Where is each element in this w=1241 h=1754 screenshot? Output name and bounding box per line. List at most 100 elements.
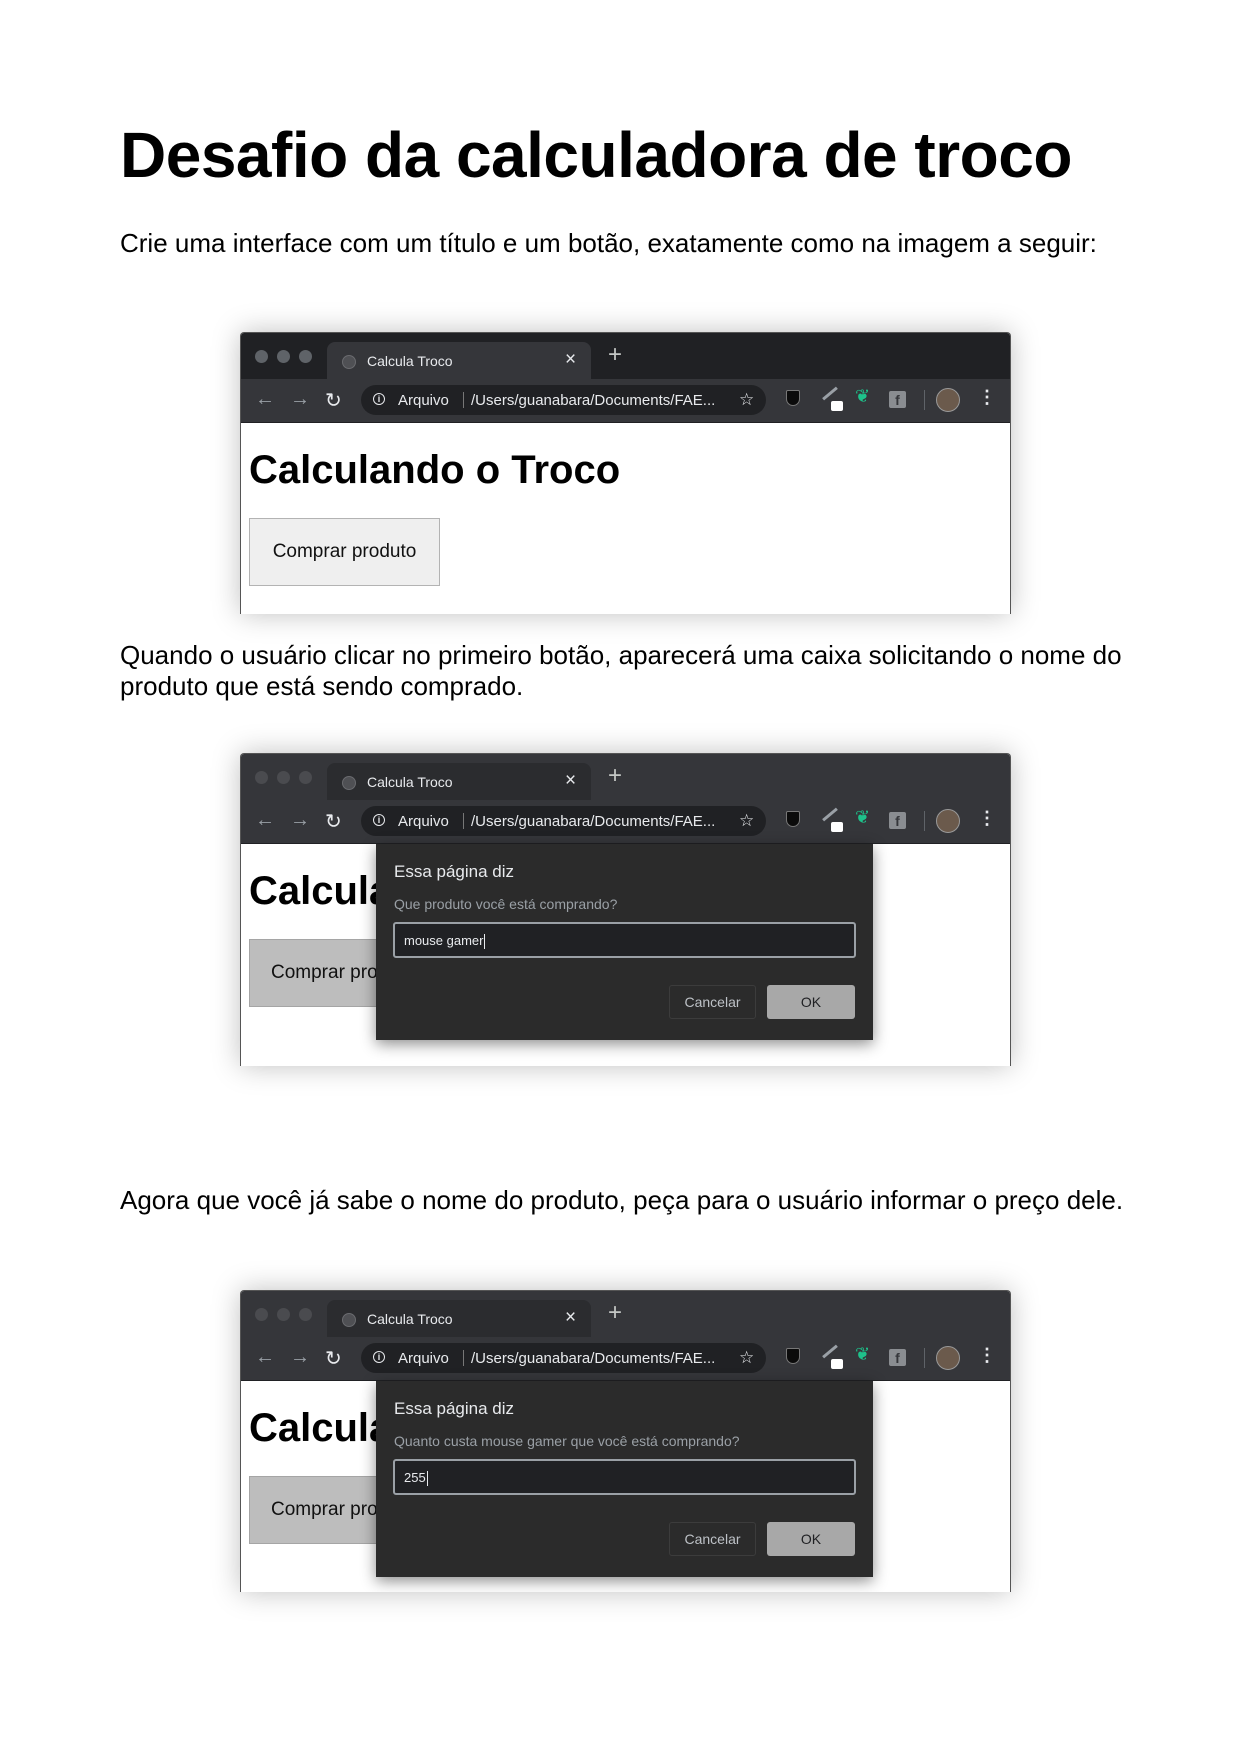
feather-extension-icon[interactable]: ❦	[855, 807, 870, 828]
text-caret	[426, 1471, 428, 1487]
close-tab-icon[interactable]: ×	[565, 770, 576, 792]
browser-tab[interactable]: Calcula Troco ×	[327, 763, 591, 800]
menu-dots-icon[interactable]: ⋮	[978, 808, 996, 829]
menu-dots-icon[interactable]: ⋮	[978, 387, 996, 408]
reload-icon[interactable]: ↻	[325, 388, 342, 413]
window-zoom-dot[interactable]	[299, 350, 312, 363]
tab-strip: Calcula Troco × +	[241, 333, 1010, 379]
page-heading: Calcula	[249, 869, 392, 913]
page-heading: Calcula	[249, 1406, 392, 1450]
forward-arrow-icon[interactable]: →	[290, 1346, 310, 1369]
profile-avatar[interactable]	[936, 809, 960, 833]
dialog-input-value: mouse gamer	[404, 933, 484, 948]
pen-extension-icon[interactable]	[822, 1344, 838, 1359]
globe-icon	[342, 355, 356, 369]
toolbar-divider	[924, 811, 925, 831]
browser-screenshot-1: Calcula Troco × + ← → ↻ i Arquivo /Users…	[240, 332, 1011, 614]
cancel-button[interactable]: Cancelar	[669, 985, 756, 1019]
page-heading: Calculando o Troco	[249, 448, 621, 492]
info-icon[interactable]: i	[373, 814, 385, 826]
dialog-title: Essa página diz	[394, 862, 515, 881]
url-text[interactable]: /Users/guanabara/Documents/FAE...	[471, 1350, 715, 1367]
shield-extension-icon[interactable]	[786, 811, 800, 827]
feather-extension-icon[interactable]: ❦	[855, 1344, 870, 1365]
shield-extension-icon[interactable]	[786, 1348, 800, 1364]
browser-toolbar: ← → ↻ i Arquivo /Users/guanabara/Documen…	[241, 1337, 1010, 1381]
pen-extension-icon[interactable]	[822, 386, 838, 401]
cancel-button[interactable]: Cancelar	[669, 1522, 756, 1556]
buy-product-button[interactable]: Comprar produto	[249, 518, 440, 586]
reload-icon[interactable]: ↻	[325, 1346, 342, 1371]
window-close-dot[interactable]	[255, 1308, 268, 1321]
browser-tab[interactable]: Calcula Troco ×	[327, 342, 591, 379]
pen-extension-icon[interactable]	[822, 807, 838, 822]
forward-arrow-icon[interactable]: →	[290, 388, 310, 411]
browser-tab[interactable]: Calcula Troco ×	[327, 1300, 591, 1337]
back-arrow-icon[interactable]: ←	[255, 1346, 275, 1369]
dialog-input-value: 255	[404, 1470, 426, 1485]
globe-icon	[342, 776, 356, 790]
address-bar[interactable]: i Arquivo /Users/guanabara/Documents/FAE…	[361, 806, 766, 836]
address-bar[interactable]: i Arquivo /Users/guanabara/Documents/FAE…	[361, 385, 766, 415]
globe-icon	[342, 1313, 356, 1327]
paragraph-intro: Crie uma interface com um título e um bo…	[120, 228, 1097, 258]
window-zoom-dot[interactable]	[299, 771, 312, 784]
bookmark-star-icon[interactable]: ☆	[739, 1348, 754, 1368]
ok-button[interactable]: OK	[767, 1522, 855, 1556]
window-minimize-dot[interactable]	[277, 771, 290, 784]
window-zoom-dot[interactable]	[299, 1308, 312, 1321]
browser-toolbar: ← → ↻ i Arquivo /Users/guanabara/Documen…	[241, 800, 1010, 844]
address-divider	[463, 813, 464, 829]
paragraph-product-price: Agora que você já sabe o nome do produto…	[120, 1185, 1124, 1215]
info-icon[interactable]: i	[373, 393, 385, 405]
window-minimize-dot[interactable]	[277, 350, 290, 363]
window-minimize-dot[interactable]	[277, 1308, 290, 1321]
window-close-dot[interactable]	[255, 350, 268, 363]
paragraph-product-name: Quando o usuário clicar no primeiro botã…	[120, 640, 1122, 701]
feather-extension-icon[interactable]: ❦	[855, 386, 870, 407]
bookmark-star-icon[interactable]: ☆	[739, 390, 754, 410]
url-text[interactable]: /Users/guanabara/Documents/FAE...	[471, 813, 715, 830]
dialog-message: Quanto custa mouse gamer que você está c…	[394, 1433, 740, 1449]
address-divider	[463, 392, 464, 408]
new-tab-icon[interactable]: +	[608, 1299, 622, 1327]
browser-screenshot-2: Calcula Troco × + ← → ↻ i Arquivo /Users…	[240, 753, 1011, 1066]
window-close-dot[interactable]	[255, 771, 268, 784]
new-tab-icon[interactable]: +	[608, 341, 622, 369]
tab-strip: Calcula Troco × +	[241, 754, 1010, 800]
buy-product-label: Comprar pro	[271, 962, 378, 983]
menu-dots-icon[interactable]: ⋮	[978, 1345, 996, 1366]
browser-toolbar: ← → ↻ i Arquivo /Users/guanabara/Documen…	[241, 379, 1010, 423]
address-bar[interactable]: i Arquivo /Users/guanabara/Documents/FAE…	[361, 1343, 766, 1373]
prompt-dialog: Essa página diz Que produto você está co…	[376, 844, 873, 1040]
profile-avatar[interactable]	[936, 1346, 960, 1370]
scheme-label: Arquivo	[398, 813, 449, 830]
browser-screenshot-3: Calcula Troco × + ← → ↻ i Arquivo /Users…	[240, 1290, 1011, 1592]
bookmark-star-icon[interactable]: ☆	[739, 811, 754, 831]
tab-title: Calcula Troco	[367, 353, 453, 369]
back-arrow-icon[interactable]: ←	[255, 809, 275, 832]
shield-extension-icon[interactable]	[786, 390, 800, 406]
buy-product-label: Comprar pro	[271, 1499, 378, 1520]
toolbar-divider	[924, 390, 925, 410]
facebook-extension-icon[interactable]: f	[889, 391, 906, 408]
scheme-label: Arquivo	[398, 392, 449, 409]
address-divider	[463, 1350, 464, 1366]
close-tab-icon[interactable]: ×	[565, 349, 576, 371]
url-text[interactable]: /Users/guanabara/Documents/FAE...	[471, 392, 715, 409]
new-tab-icon[interactable]: +	[608, 762, 622, 790]
prompt-dialog: Essa página diz Quanto custa mouse gamer…	[376, 1381, 873, 1577]
forward-arrow-icon[interactable]: →	[290, 809, 310, 832]
facebook-extension-icon[interactable]: f	[889, 1349, 906, 1366]
info-icon[interactable]: i	[373, 1351, 385, 1363]
dialog-text-input[interactable]: 255	[393, 1459, 856, 1495]
facebook-extension-icon[interactable]: f	[889, 812, 906, 829]
dialog-title: Essa página diz	[394, 1399, 515, 1418]
dialog-text-input[interactable]: mouse gamer	[393, 922, 856, 958]
profile-avatar[interactable]	[936, 388, 960, 412]
back-arrow-icon[interactable]: ←	[255, 388, 275, 411]
close-tab-icon[interactable]: ×	[565, 1307, 576, 1329]
text-caret	[484, 934, 486, 950]
reload-icon[interactable]: ↻	[325, 809, 342, 834]
ok-button[interactable]: OK	[767, 985, 855, 1019]
